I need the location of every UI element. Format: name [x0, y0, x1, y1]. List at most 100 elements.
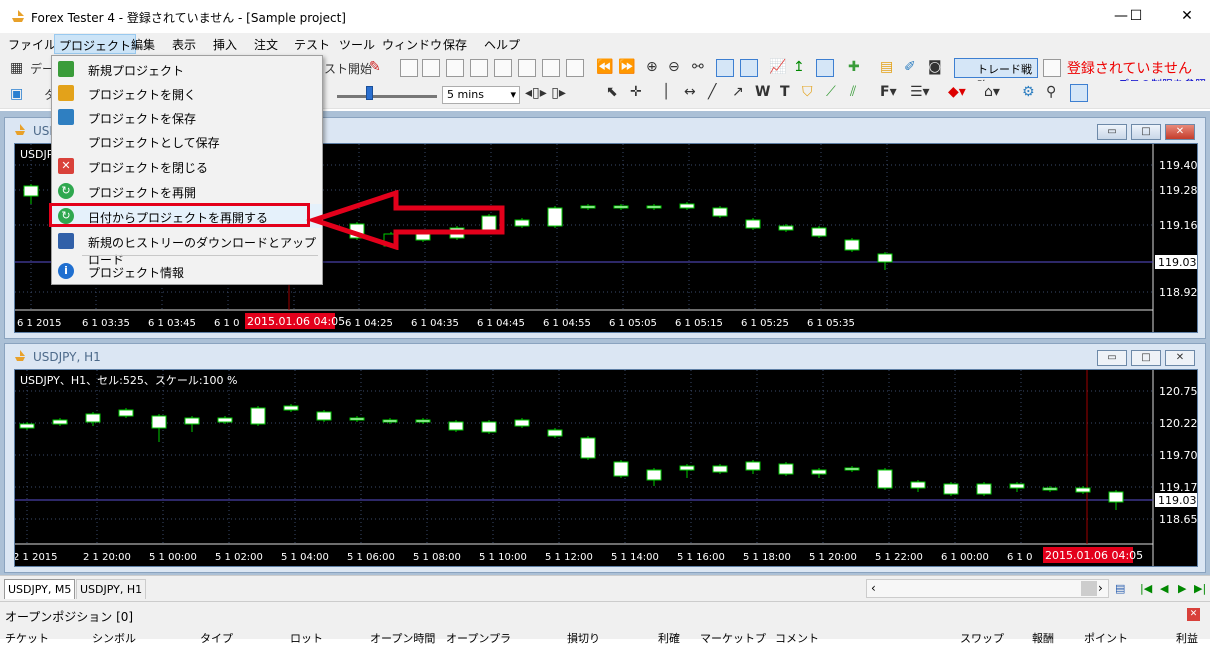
bar-chart-icon[interactable] — [716, 59, 734, 77]
menu-item-close-project[interactable]: ✕ プロジェクトを閉じる — [52, 154, 322, 178]
trade-strategy-button[interactable]: トレード戦略 — [954, 58, 1038, 92]
menu-file[interactable]: ファイル — [8, 36, 56, 53]
chart-scrollbar[interactable]: ‹ › — [866, 579, 1109, 598]
tab-usdjpy-m5[interactable]: USDJPY, M5 — [4, 579, 76, 599]
test-start-icon[interactable]: ✎ — [369, 59, 381, 75]
check-icon[interactable] — [470, 59, 488, 77]
col-open-price[interactable]: オープンプラ — [446, 630, 511, 646]
last-icon[interactable]: ▶| — [1194, 582, 1206, 595]
trend-line-icon[interactable]: ╱ — [708, 84, 716, 100]
next-icon[interactable]: ▶ — [1178, 582, 1186, 595]
test-start-button[interactable]: スト開始 — [324, 60, 372, 77]
prev-icon[interactable]: ◀ — [1160, 582, 1168, 595]
menu-tools[interactable]: ツール — [339, 36, 375, 53]
col-open-time[interactable]: オープン時間 — [370, 630, 435, 646]
col-commission[interactable]: 報酬 — [1032, 630, 1054, 646]
menu-item-save-project[interactable]: プロジェクトを保存 — [52, 105, 322, 129]
menu-window[interactable]: ウィンドウ — [382, 36, 442, 53]
scroll-thumb[interactable] — [1081, 581, 1097, 596]
horizontal-line-icon[interactable]: ↔ — [684, 84, 696, 100]
sync-icon[interactable] — [1070, 84, 1088, 102]
col-symbol[interactable]: シンボル — [92, 630, 136, 646]
font-icon[interactable]: F▾ — [880, 84, 897, 100]
gear-icon[interactable] — [566, 59, 584, 77]
line-chart-icon[interactable]: 📈 — [769, 59, 786, 75]
menu-project[interactable]: プロジェクト — [54, 34, 137, 54]
camera-icon[interactable]: ◙ — [928, 59, 942, 75]
menu-save[interactable]: 保存 — [443, 36, 467, 53]
scroll-right-icon[interactable]: › — [1098, 581, 1103, 595]
col-profit[interactable]: 利益 — [1176, 630, 1198, 646]
template-icon[interactable]: ▤ — [880, 59, 893, 75]
col-ticket[interactable]: チケット — [5, 630, 49, 646]
new-window-icon[interactable]: ▣ — [10, 86, 23, 102]
first-icon[interactable]: |◀ — [1140, 582, 1152, 595]
close-button[interactable]: ✕ — [1164, 0, 1210, 33]
menu-item-history-download[interactable]: 新規のヒストリーのダウンロードとアップロード — [52, 229, 322, 267]
menu-item-save-as[interactable]: プロジェクトとして保存 — [52, 129, 322, 153]
chart-h1-plot[interactable]: 120.750 120.225 119.700 119.175 118.650 119.0… — [14, 369, 1198, 567]
shape-icon[interactable]: ⌂▾ — [984, 84, 1000, 100]
ray-icon[interactable]: ↗ — [732, 84, 744, 100]
objects-icon[interactable]: ⚙ — [1022, 84, 1035, 100]
wave-icon[interactable]: W — [755, 84, 770, 100]
zoom-in-icon[interactable]: ⊕ — [646, 59, 658, 75]
check3-icon[interactable] — [518, 59, 536, 77]
page-m-icon[interactable] — [446, 59, 464, 77]
page-p-icon[interactable] — [422, 59, 440, 77]
chart-nav-icon[interactable]: ▤ — [1115, 582, 1125, 595]
menu-edit[interactable]: 編集 — [131, 36, 155, 53]
close-icon[interactable]: ✕ — [1187, 608, 1200, 621]
fast-fwd-icon[interactable]: ⏩ — [618, 59, 635, 75]
menu-insert[interactable]: 挿入 — [213, 36, 237, 53]
col-points[interactable]: ポイント — [1084, 630, 1128, 646]
timeframe-select[interactable]: 5 mins ▾ — [442, 86, 520, 104]
menu-item-new-project[interactable]: 新規プロジェクト — [52, 57, 322, 81]
col-take-profit[interactable]: 利確 — [658, 630, 680, 646]
text-icon[interactable]: T — [780, 84, 790, 100]
color-icon[interactable]: ◆▾ — [948, 84, 966, 100]
cross-icon[interactable] — [542, 59, 560, 77]
scroll-left-icon[interactable]: ‹ — [871, 581, 876, 595]
auto-scroll-icon[interactable]: ↥ — [793, 59, 805, 75]
menu-item-restart-project[interactable]: ↻ プロジェクトを再開 — [52, 179, 322, 203]
cursor-icon[interactable]: ⬉ — [606, 84, 618, 100]
speed-slider-thumb[interactable] — [366, 86, 373, 100]
binoculars-icon[interactable]: ⚯ — [692, 59, 704, 75]
chart-h1-minimize[interactable]: ▭ — [1097, 350, 1127, 366]
col-comment[interactable]: コメント — [775, 630, 819, 646]
fib-icon[interactable]: ⟋ — [826, 84, 836, 100]
chart-h1-maximize[interactable]: □ — [1131, 350, 1161, 366]
check2-icon[interactable] — [494, 59, 512, 77]
step-icons[interactable]: ◂▯▸ ▯▸ — [525, 85, 566, 101]
vertical-line-icon[interactable]: │ — [662, 84, 670, 100]
data-icon[interactable]: ▦ — [10, 60, 23, 76]
col-type[interactable]: タイプ — [200, 630, 233, 646]
chart-h1-close[interactable]: ✕ — [1165, 350, 1195, 366]
speed-slider-track[interactable] — [337, 95, 437, 98]
menu-order[interactable]: 注文 — [254, 36, 278, 53]
chart-m5-close[interactable]: ✕ — [1165, 124, 1195, 140]
col-stop-loss[interactable]: 損切り — [567, 630, 600, 646]
chart-m5-minimize[interactable]: ▭ — [1097, 124, 1127, 140]
label-icon[interactable]: ⛉ — [802, 84, 813, 100]
new-chart-icon[interactable] — [400, 59, 418, 77]
add-indicator-icon[interactable]: ✚ — [848, 59, 860, 75]
brush-icon[interactable]: ✐ — [904, 59, 916, 75]
tab-usdjpy-h1[interactable]: USDJPY, H1 — [76, 579, 147, 599]
zoom-out-icon[interactable]: ⊖ — [668, 59, 680, 75]
menu-item-project-info[interactable]: i プロジェクト情報 — [52, 259, 322, 283]
panel-icon[interactable] — [1043, 59, 1061, 77]
chart-shift-icon[interactable] — [816, 59, 834, 77]
col-swap[interactable]: スワップ — [960, 630, 1004, 646]
channel-icon[interactable]: ⫽ — [850, 84, 856, 100]
magnet-icon[interactable]: ⚲ — [1046, 84, 1056, 100]
maximize-button[interactable]: ☐ — [1113, 0, 1159, 33]
menu-view[interactable]: 表示 — [172, 36, 196, 53]
chart-m5-maximize[interactable]: □ — [1131, 124, 1161, 140]
fast-back-icon[interactable]: ⏪ — [596, 59, 613, 75]
candle-chart-icon[interactable] — [740, 59, 758, 77]
menu-help[interactable]: ヘルプ — [484, 36, 520, 53]
menu-item-open-project[interactable]: プロジェクトを開く — [52, 81, 322, 105]
menu-test[interactable]: テスト — [294, 36, 330, 53]
